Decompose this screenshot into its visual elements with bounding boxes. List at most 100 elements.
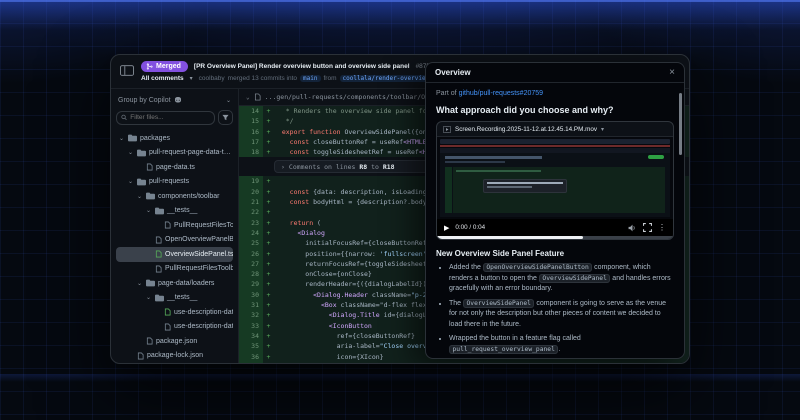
code-text: <Dialog <box>274 228 325 238</box>
video-seek-fill <box>437 236 583 239</box>
chevron-down-icon[interactable]: ⌄ <box>146 207 152 214</box>
tree-item-package.json[interactable]: ⌄package.json <box>116 334 233 349</box>
tree-item-pull-requests[interactable]: ⌄pull-requests <box>116 175 233 190</box>
chevron-down-icon[interactable]: ⌄ <box>128 149 134 156</box>
file-filter-input-box[interactable] <box>116 111 215 125</box>
merge-meta: coolbaby merged 13 commits into main fro… <box>199 75 454 82</box>
tree-item-__tests__[interactable]: ⌄__tests__ <box>116 291 233 306</box>
diff-add-marker: + <box>263 259 274 269</box>
overview-side-panel: Overview × Part of github/pull-requests#… <box>425 62 685 359</box>
file-tree-sidebar: Group by Copilot ⌄ ⌄ packages ⌄pull-reques… <box>111 89 239 363</box>
inline-code-chip: pull_request_overview_panel <box>449 345 558 354</box>
video-page-diff-area <box>453 167 665 213</box>
tree-item-pull-request-page-data-t-[interactable]: ⌄pull-request-page-data-t… <box>116 146 233 161</box>
tree-item-pullrequestfilestoolb-[interactable]: ⌄PullRequestFilesToolb… <box>116 262 233 277</box>
group-by-label: Group by Copilot <box>118 97 171 104</box>
tree-item-use-description-data-[interactable]: ⌄use-description-data… <box>116 305 233 320</box>
video-page-navbar <box>440 148 670 153</box>
line-number: 32 <box>239 310 263 320</box>
diff-add-marker: + <box>263 137 274 147</box>
diff-add-marker: + <box>263 127 274 137</box>
background-bottom-glow <box>0 374 800 382</box>
line-number: 19 <box>239 176 263 186</box>
line-number: 21 <box>239 197 263 207</box>
line-number: 28 <box>239 269 263 279</box>
overview-panel-content: Part of github/pull-requests#20759 What … <box>426 83 684 358</box>
tree-item-openoverviewpanelbu-[interactable]: ⌄OpenOverviewPanelBu… <box>116 233 233 248</box>
video-attachment-header[interactable]: Screen.Recording.2025-11-12.at.12.45.14.… <box>437 122 673 137</box>
close-icon[interactable]: × <box>669 68 675 78</box>
merged-status-badge: Merged <box>141 61 188 73</box>
folder-icon <box>137 149 146 157</box>
tree-item-pullrequestfilestool-[interactable]: ⌄PullRequestFilesTool… <box>116 218 233 233</box>
video-seek-bar[interactable] <box>437 236 673 239</box>
file-filter-row <box>116 110 233 125</box>
code-text: returnFocusRef={toggleSidesheetRef} <box>274 259 442 269</box>
base-branch-link[interactable]: main <box>300 75 320 82</box>
tree-item-overviewsidepanel.tsx[interactable]: ⌄OverviewSidePanel.tsx <box>116 247 233 262</box>
chevron-down-icon[interactable]: ⌄ <box>146 294 152 301</box>
tree-item-page-data-loaders[interactable]: ⌄page-data/loaders <box>116 276 233 291</box>
sidebar-toggle-icon[interactable] <box>120 63 134 81</box>
tree-item-package-lock.json[interactable]: ⌄package-lock.json <box>116 349 233 364</box>
group-by-copilot-control[interactable]: Group by Copilot ⌄ <box>116 94 233 110</box>
play-button[interactable]: ▶ <box>444 224 449 232</box>
filter-options-button[interactable] <box>218 110 233 125</box>
fullscreen-icon[interactable] <box>643 223 652 232</box>
code-line-37[interactable]: 37+ variant="invisible" <box>239 362 689 363</box>
diff-add-marker: + <box>263 279 274 289</box>
collapse-file-chevron-icon[interactable]: ⌄ <box>246 94 250 101</box>
chevron-down-icon: ▾ <box>190 75 193 82</box>
line-number: 29 <box>239 279 263 289</box>
chevron-down-icon[interactable]: ⌄ <box>128 178 134 185</box>
code-text: variant="invisible" <box>274 362 411 363</box>
diff-add-marker: + <box>263 300 274 310</box>
chevron-down-icon[interactable]: ⌄ <box>137 280 143 287</box>
video-filename: Screen.Recording.2025-11-12.at.12.45.14.… <box>455 126 597 133</box>
video-page-diff-line <box>456 170 541 172</box>
background-top-line <box>0 0 800 2</box>
file-icon <box>137 352 144 360</box>
video-browser-chrome <box>440 139 670 144</box>
chevron-down-icon: ▾ <box>601 126 604 133</box>
kebab-menu-icon[interactable]: ⋮ <box>658 223 666 232</box>
tree-item-label: packages <box>140 135 170 142</box>
tree-item-__tests__[interactable]: ⌄__tests__ <box>116 204 233 219</box>
chevron-right-icon: › <box>281 162 285 172</box>
line-number: 15 <box>239 116 263 126</box>
diff-add-marker: + <box>263 106 274 116</box>
meta-user: coolbaby <box>199 75 225 82</box>
parent-pr-link[interactable]: github/pull-requests#20759 <box>459 90 543 97</box>
diff-add-marker: + <box>263 290 274 300</box>
line-number: 24 <box>239 228 263 238</box>
tree-item-packages[interactable]: ⌄ packages <box>116 131 233 146</box>
feature-bullet: Wrapped the button in a feature flag cal… <box>449 334 674 355</box>
volume-icon[interactable] <box>628 224 637 232</box>
line-number: 37 <box>239 362 263 363</box>
diff-add-marker: + <box>263 269 274 279</box>
tree-item-page-data.ts[interactable]: ⌄page-data.ts <box>116 160 233 175</box>
chevron-down-icon[interactable]: ⌄ <box>119 135 125 142</box>
overview-panel-title: Overview <box>435 68 471 77</box>
chevron-down-icon: ⌄ <box>226 97 231 104</box>
video-frame[interactable] <box>437 137 673 219</box>
code-text: <IconButton <box>274 321 372 331</box>
panel-scrollbar[interactable] <box>679 93 682 155</box>
chevron-down-icon[interactable]: ⌄ <box>137 193 143 200</box>
file-filter-input[interactable] <box>130 114 210 121</box>
tree-item-label: page-data.ts <box>156 164 195 171</box>
comments-filter-dropdown[interactable]: All comments <box>141 75 184 82</box>
line-number: 27 <box>239 259 263 269</box>
meta-from: from <box>324 75 337 82</box>
line-number: 36 <box>239 352 263 362</box>
diff-add-marker: + <box>263 116 274 126</box>
tree-item-use-description-data.ts[interactable]: ⌄use-description-data.ts <box>116 320 233 335</box>
video-page-title-bar <box>445 156 542 159</box>
meta-action: merged 13 commits into <box>228 75 297 82</box>
line-number: 30 <box>239 290 263 300</box>
diff-add-marker: + <box>263 147 274 157</box>
diff-add-marker: + <box>263 331 274 341</box>
inline-code-chip: OpenOverviewSidePanelButton <box>483 263 592 272</box>
tree-item-components-toolbar[interactable]: ⌄components/toolbar <box>116 189 233 204</box>
folder-icon <box>128 134 137 142</box>
